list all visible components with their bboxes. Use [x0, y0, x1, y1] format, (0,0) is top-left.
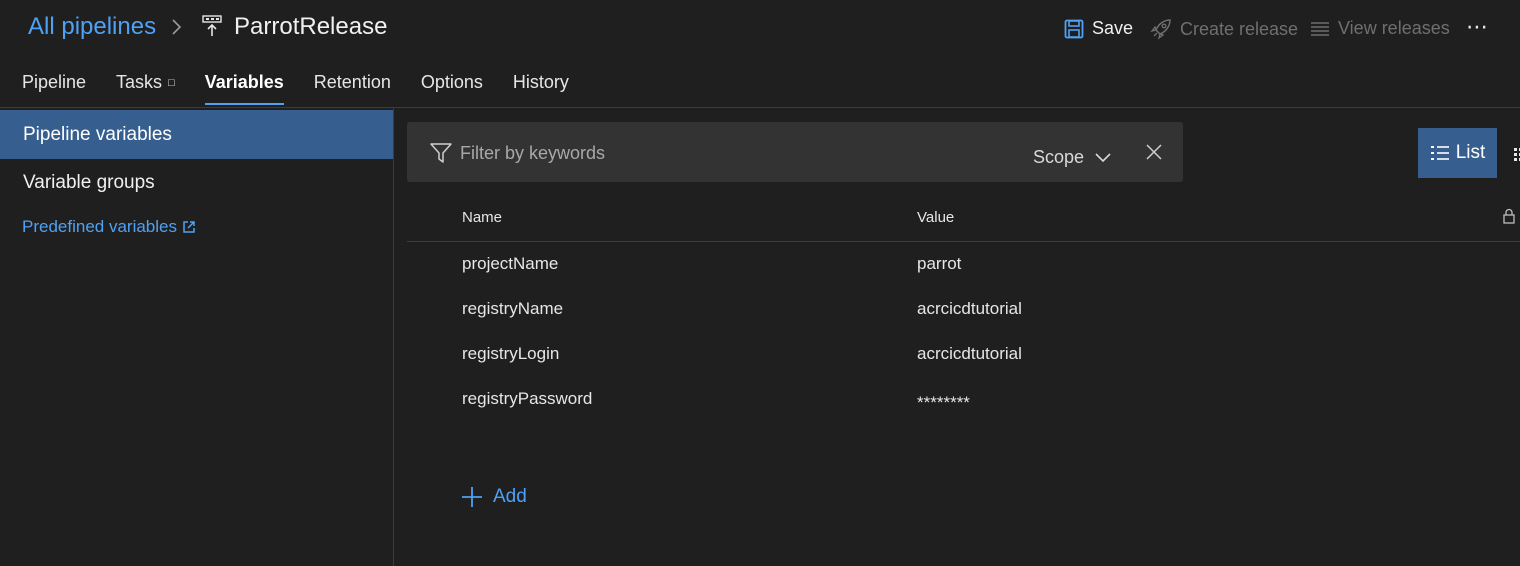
close-icon[interactable] [1145, 143, 1163, 161]
scope-label: Scope [1033, 147, 1085, 167]
view-releases-button[interactable]: View releases [1310, 18, 1450, 39]
variable-name: registryPassword [462, 389, 593, 408]
tab-bar: Pipeline Tasks □ Variables Retention Opti… [22, 72, 569, 105]
tab-label: Retention [313, 72, 391, 92]
list-view-label: List [1455, 142, 1486, 163]
tab-options[interactable]: Options [421, 72, 483, 105]
add-label: Add [493, 486, 527, 507]
release-pipeline-icon [202, 15, 222, 36]
scope-dropdown[interactable]: Scope [1033, 147, 1112, 168]
tab-label: Variables [204, 72, 284, 92]
tab-label: Options [420, 72, 483, 92]
create-release-button[interactable]: Create release [1150, 18, 1298, 40]
add-variable-button[interactable]: Add [461, 486, 527, 508]
tab-history[interactable]: History [513, 72, 569, 105]
table-row[interactable]: registryLogin acrcicdtutorial [407, 332, 1520, 377]
table-row[interactable]: projectName parrot [407, 242, 1520, 287]
save-label: Save [1092, 18, 1134, 38]
tasks-badge: □ [168, 77, 175, 90]
predefined-variables-link[interactable]: Predefined variables [22, 217, 195, 237]
list-lines-icon [1311, 21, 1329, 36]
variable-value: acrcicdtutorial [917, 299, 1022, 318]
value-column-header: Value [917, 209, 955, 226]
variable-value: parrot [917, 254, 962, 273]
chevron-right-icon [172, 19, 182, 35]
sidebar-item-pipeline-variables[interactable]: Pipeline variables [0, 110, 393, 159]
header-divider [0, 107, 1520, 108]
list-view-icon [1430, 146, 1449, 160]
tab-label: History [512, 72, 569, 92]
sidebar-divider [393, 108, 394, 566]
lock-icon [1503, 208, 1515, 224]
variable-name: projectName [462, 254, 559, 273]
tab-label: Tasks [116, 72, 163, 92]
tab-label: Pipeline [22, 72, 87, 92]
rocket-icon [1150, 19, 1171, 40]
tab-retention[interactable]: Retention [314, 72, 391, 105]
variable-value: acrcicdtutorial [917, 344, 1022, 363]
view-releases-label: View releases [1338, 18, 1450, 38]
sidebar-item-variable-groups[interactable]: Variable groups [23, 172, 155, 194]
save-icon [1064, 19, 1084, 38]
chevron-down-icon [1095, 152, 1111, 162]
all-pipelines-link[interactable]: All pipelines [28, 13, 156, 41]
tab-variables[interactable]: Variables [204, 72, 284, 105]
more-actions-icon[interactable]: ⋯ [1466, 14, 1489, 40]
external-link-icon [183, 221, 195, 233]
variable-name: registryLogin [462, 344, 560, 363]
plus-icon [462, 487, 482, 507]
pipeline-title: ParrotRelease [234, 13, 388, 40]
name-column-header: Name [462, 209, 503, 226]
filter-keywords-input[interactable] [460, 140, 980, 166]
table-row[interactable]: registryName acrcicdtutorial [407, 287, 1520, 332]
save-button[interactable]: Save [1064, 18, 1133, 39]
grid-view-icon[interactable] [1512, 147, 1520, 161]
predefined-variables-label: Predefined variables [22, 217, 177, 236]
tab-tasks[interactable]: Tasks □ [116, 72, 175, 105]
table-row[interactable]: registryPassword ******** [407, 377, 1520, 422]
variable-name: registryName [462, 299, 564, 318]
create-release-label: Create release [1180, 18, 1299, 39]
list-view-button[interactable]: List [1418, 128, 1497, 178]
filter-icon [430, 143, 452, 163]
variable-value: ******** [917, 393, 970, 412]
tab-pipeline[interactable]: Pipeline [22, 72, 86, 105]
